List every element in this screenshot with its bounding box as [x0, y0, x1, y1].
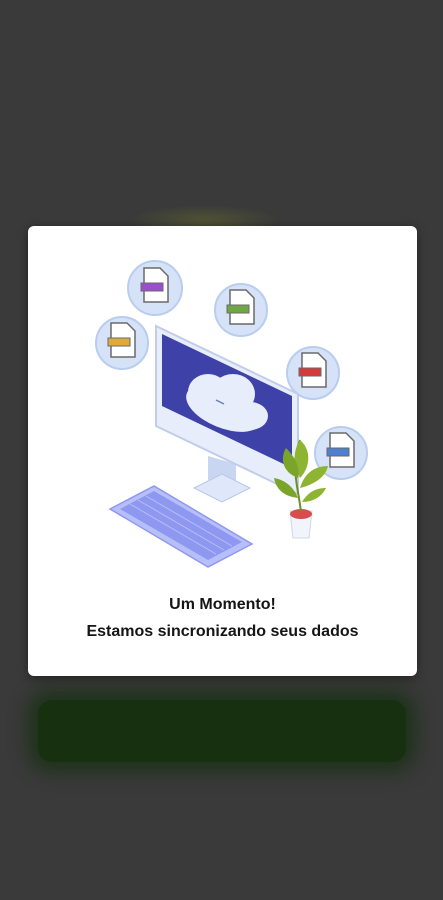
file-bubble-red	[286, 346, 340, 400]
monitor-icon	[155, 324, 299, 503]
file-bubble-orange	[95, 316, 149, 370]
sync-dialog: Um Momento! Estamos sincronizando seus d…	[28, 226, 417, 676]
computer-cloud-sync-icon	[95, 260, 368, 568]
dialog-title: Um Momento!	[169, 596, 276, 613]
file-bubble-green	[214, 283, 268, 337]
background-continue-button	[38, 700, 406, 762]
dialog-subtitle: Estamos sincronizando seus dados	[86, 623, 359, 640]
file-bubble-purple	[127, 260, 183, 316]
